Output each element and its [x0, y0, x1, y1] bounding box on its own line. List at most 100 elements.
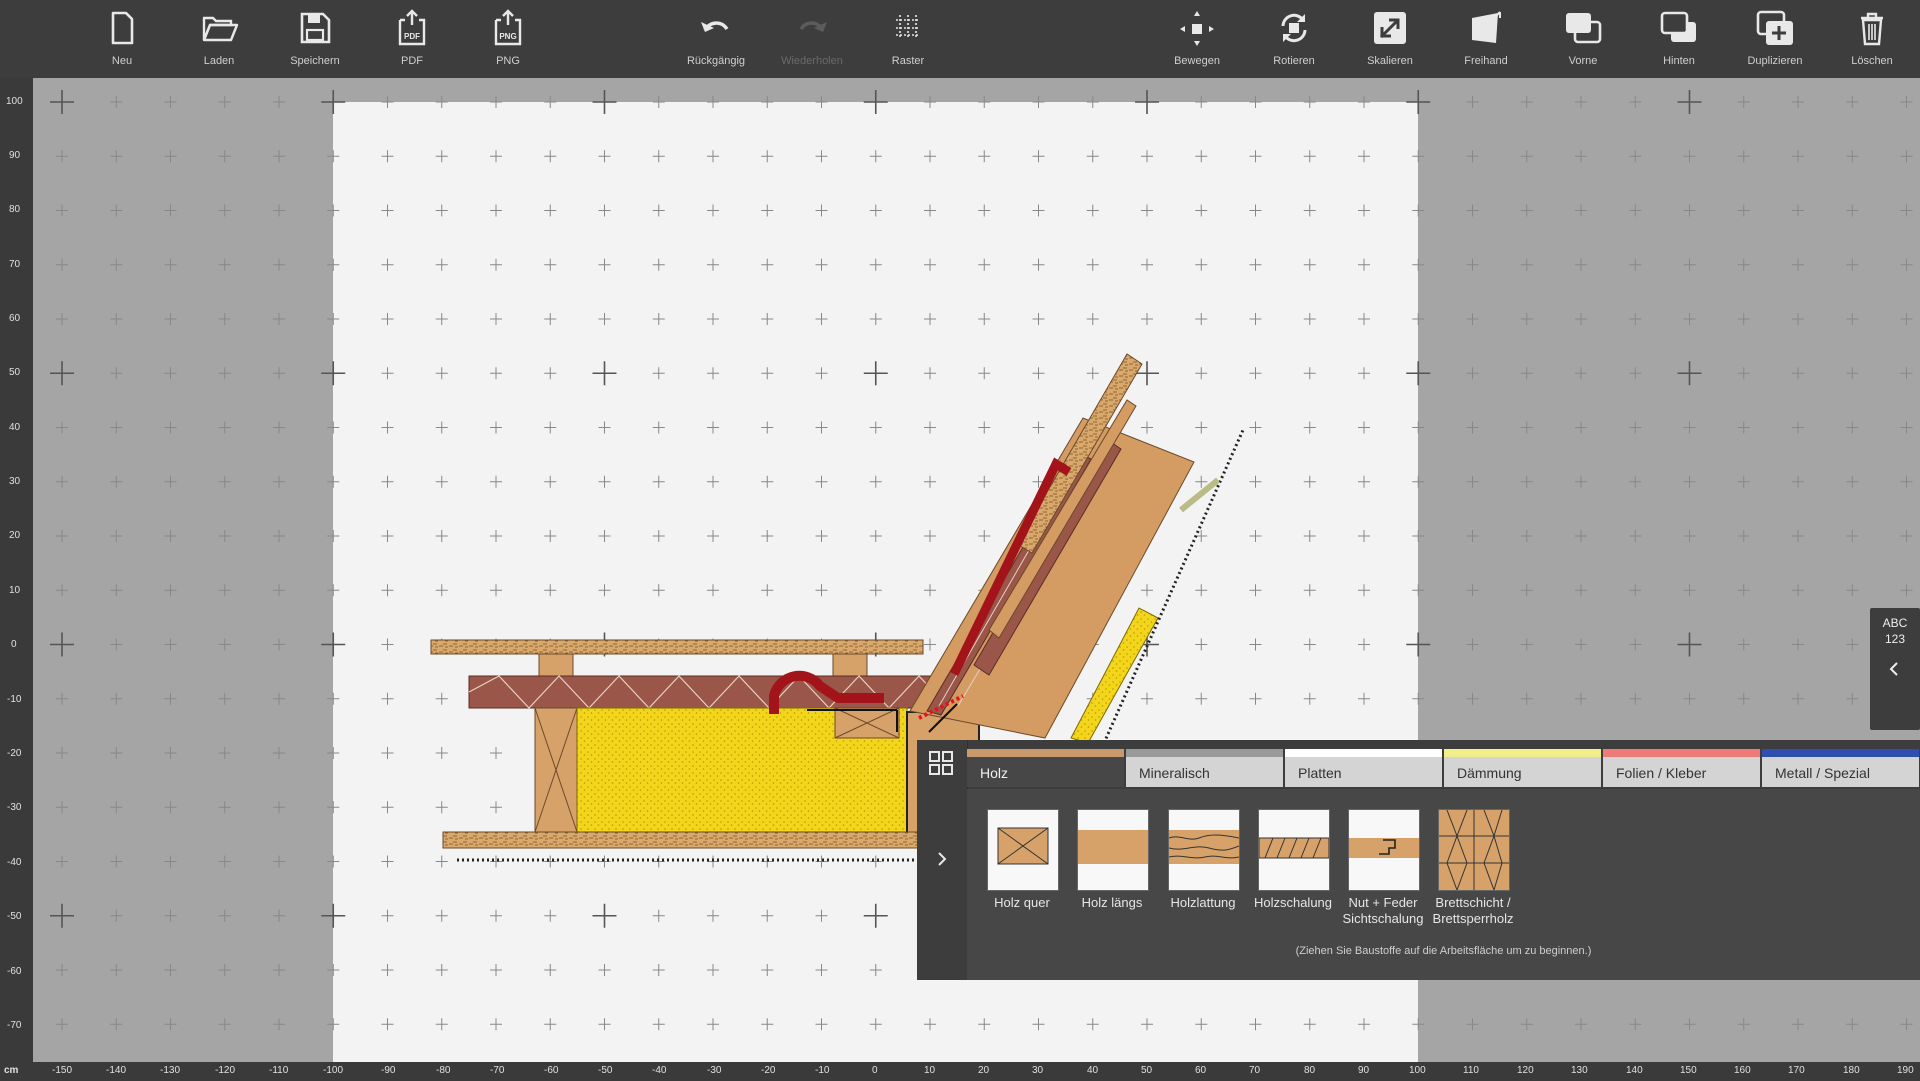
ruler-label: -10 — [7, 694, 22, 705]
new-button[interactable]: Neu — [74, 0, 170, 78]
move-button[interactable]: Bewegen — [1149, 0, 1245, 78]
ruler-label: -60 — [544, 1065, 559, 1076]
ruler-unit: cm — [4, 1065, 19, 1076]
tab-label: Platten — [1298, 765, 1342, 781]
tab-mineralisch[interactable]: Mineralisch — [1126, 749, 1283, 787]
scale-icon — [1374, 12, 1406, 44]
ruler-label: 90 — [1358, 1065, 1370, 1076]
tab-color-bar — [1285, 749, 1442, 757]
delete-button[interactable]: Löschen — [1824, 0, 1920, 78]
tab-label: Folien / Kleber — [1616, 765, 1707, 781]
ruler-label: 60 — [9, 313, 21, 324]
ruler-label: 100 — [6, 96, 23, 107]
freehand-label: Freihand — [1464, 55, 1508, 67]
move-label: Bewegen — [1174, 55, 1220, 67]
export-png-button[interactable]: PNG PNG — [460, 0, 556, 78]
front-label: Vorne — [1568, 55, 1598, 67]
text-tool-tab[interactable]: ABC 123 — [1870, 608, 1920, 730]
ruler-label: 70 — [1249, 1065, 1261, 1076]
chevron-right-icon[interactable] — [933, 850, 951, 868]
ruler-label: 130 — [1571, 1065, 1588, 1076]
bottom-board[interactable] — [442, 831, 924, 849]
text-tool-line1: ABC — [1882, 616, 1908, 630]
panel-sidebar — [917, 740, 968, 980]
tab-metall-spezial[interactable]: Metall / Spezial — [1762, 749, 1919, 787]
ruler-label: -100 — [323, 1065, 344, 1076]
ruler-label: 50 — [9, 367, 21, 378]
ruler-label: 0 — [11, 639, 17, 650]
material-tabs: Holz Mineralisch Platten Dämmung Folien … — [967, 749, 1920, 789]
material-name: Holzschalung — [1253, 895, 1333, 910]
material-tiles: Holz quer Holz längs Holzlattung Holzsch… — [967, 789, 1920, 980]
ruler-label: 30 — [9, 476, 21, 487]
material-name: Holzlattung — [1170, 895, 1236, 910]
top-board[interactable] — [430, 639, 924, 655]
tab-folien-kleber[interactable]: Folien / Kleber — [1603, 749, 1760, 787]
send-to-back-icon — [1660, 11, 1696, 42]
ruler-label: -80 — [436, 1065, 451, 1076]
ruler-label: 80 — [9, 204, 21, 215]
material-name: Holz quer — [994, 895, 1050, 910]
svg-text:PDF: PDF — [404, 32, 420, 41]
ruler-label: 150 — [1680, 1065, 1697, 1076]
main-toolbar: Neu Laden Speichern PDF PDF PNG PNG Rück… — [0, 0, 1920, 78]
material-preview — [1348, 809, 1420, 891]
undo-button[interactable]: Rückgängig — [668, 0, 764, 78]
tab-platten[interactable]: Platten — [1285, 749, 1442, 787]
ruler-label: 30 — [1032, 1065, 1044, 1076]
material-name: Holz längs — [1081, 895, 1143, 910]
bring-front-button[interactable]: Vorne — [1535, 0, 1631, 78]
new-file-icon — [111, 11, 134, 45]
ruler-label: 0 — [872, 1065, 878, 1076]
tab-color-bar — [1762, 749, 1919, 757]
delete-label: Löschen — [1851, 55, 1893, 67]
material-name-line1: Nut + Feder — [1348, 895, 1418, 910]
duplicate-icon — [1756, 10, 1793, 45]
ruler-label: -50 — [598, 1065, 613, 1076]
tab-color-bar — [967, 749, 1124, 757]
redo-button[interactable]: Wiederholen — [764, 0, 860, 78]
undo-label: Rückgängig — [686, 55, 746, 67]
move-icon — [1180, 11, 1214, 46]
floppy-disk-icon — [300, 12, 331, 44]
grid-button[interactable]: Raster — [860, 0, 956, 78]
trash-icon — [1861, 12, 1883, 46]
send-back-button[interactable]: Hinten — [1631, 0, 1727, 78]
tab-holz[interactable]: Holz — [967, 749, 1124, 787]
batten[interactable] — [832, 653, 868, 677]
export-pdf-button[interactable]: PDF PDF — [364, 0, 460, 78]
new-label: Neu — [111, 55, 133, 67]
tab-daemmung[interactable]: Dämmung — [1444, 749, 1601, 787]
rotate-icon — [1281, 13, 1307, 43]
batten[interactable] — [538, 653, 574, 677]
pdf-label: PDF — [401, 55, 423, 67]
grid-view-icon[interactable] — [928, 750, 954, 776]
ruler-label: 40 — [9, 422, 21, 433]
undo-icon — [701, 21, 729, 32]
ruler-label: 10 — [9, 585, 21, 596]
load-button[interactable]: Laden — [171, 0, 267, 78]
material-name-line2: Brettsperrholz — [1432, 911, 1514, 926]
ruler-label: 190 — [1897, 1065, 1914, 1076]
ruler-label: -10 — [815, 1065, 830, 1076]
wood-fibre-board[interactable] — [468, 675, 956, 709]
freehand-transform-icon — [1472, 11, 1501, 43]
ruler-label: -60 — [7, 966, 22, 977]
ruler-label: 20 — [978, 1065, 990, 1076]
scale-button[interactable]: Skalieren — [1342, 0, 1438, 78]
save-button[interactable]: Speichern — [267, 0, 363, 78]
rotate-label: Rotieren — [1273, 55, 1315, 67]
tab-label: Dämmung — [1457, 765, 1522, 781]
ruler-label: 180 — [1843, 1065, 1860, 1076]
png-export-icon: PNG — [494, 9, 522, 46]
material-preview — [1438, 809, 1510, 891]
ruler-label: -20 — [7, 748, 22, 759]
rotate-button[interactable]: Rotieren — [1246, 0, 1342, 78]
materials-panel: Holz Mineralisch Platten Dämmung Folien … — [917, 740, 1920, 980]
ruler-label: -20 — [761, 1065, 776, 1076]
ruler-label: -110 — [269, 1065, 289, 1076]
material-name-line2: Sichtschalung — [1342, 911, 1424, 926]
freehand-button[interactable]: Freihand — [1438, 0, 1534, 78]
duplicate-button[interactable]: Duplizieren — [1727, 0, 1823, 78]
inclined-roof-section[interactable] — [909, 353, 1245, 744]
